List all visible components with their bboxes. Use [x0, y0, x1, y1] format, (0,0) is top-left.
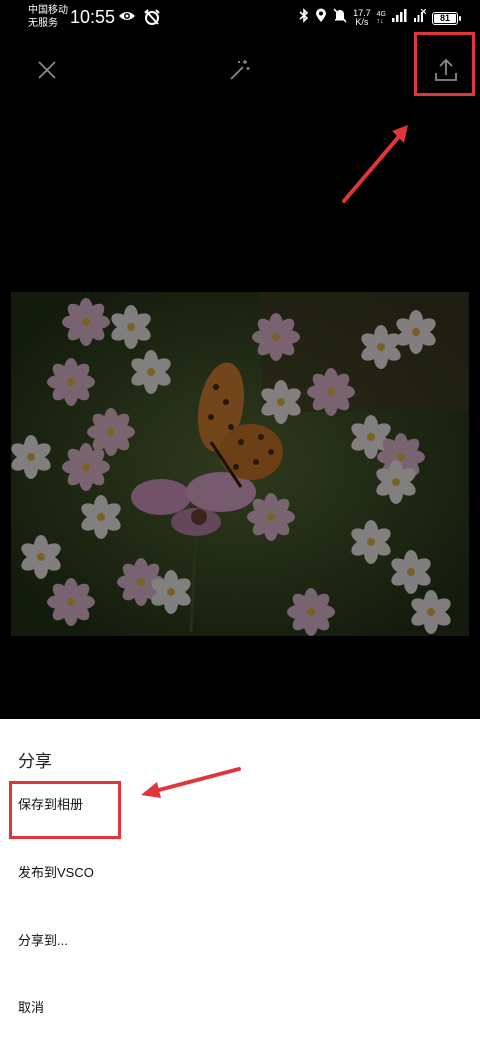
publish-to-vsco-option[interactable]: 发布到VSCO	[18, 862, 94, 881]
close-icon	[38, 61, 56, 79]
mute-icon	[333, 8, 347, 28]
clock: 10:55	[70, 7, 116, 27]
magic-wand-button[interactable]	[224, 54, 256, 86]
sheet-title: 分享	[18, 752, 52, 771]
status-bar: 中国移动 无服务 10:55 17.7 K/s 4G ↑↓ 81	[0, 0, 480, 36]
battery-indicator: 81	[432, 11, 461, 25]
network-speed: 17.7 K/s	[353, 9, 371, 27]
annotation-arrow-share	[342, 125, 408, 203]
network-type-label: 4G	[376, 11, 386, 18]
carrier-info: 中国移动 无服务	[28, 4, 68, 30]
network-type: 4G ↑↓	[377, 11, 386, 25]
share-highlight-box	[414, 32, 475, 96]
signal-icon	[392, 9, 408, 27]
close-button[interactable]	[31, 54, 63, 86]
annotation-arrow-save	[141, 767, 241, 798]
service-status: 无服务	[28, 18, 58, 29]
alarm-off-icon	[144, 9, 160, 30]
battery-level: 81	[439, 12, 450, 23]
network-speed-unit: K/s	[355, 17, 369, 27]
magic-wand-icon	[230, 60, 250, 80]
save-highlight-box	[9, 781, 121, 839]
carrier-name: 中国移动	[28, 5, 68, 16]
eye-icon	[118, 9, 136, 30]
photo-preview	[11, 292, 469, 636]
bluetooth-icon	[299, 8, 309, 28]
cancel-option[interactable]: 取消	[18, 997, 44, 1016]
location-icon	[315, 8, 327, 28]
network-activity: ↑↓	[376, 18, 384, 25]
signal-off-icon	[414, 8, 427, 27]
editor-toolbar	[0, 40, 480, 100]
share-to-option[interactable]: 分享到...	[18, 930, 68, 949]
